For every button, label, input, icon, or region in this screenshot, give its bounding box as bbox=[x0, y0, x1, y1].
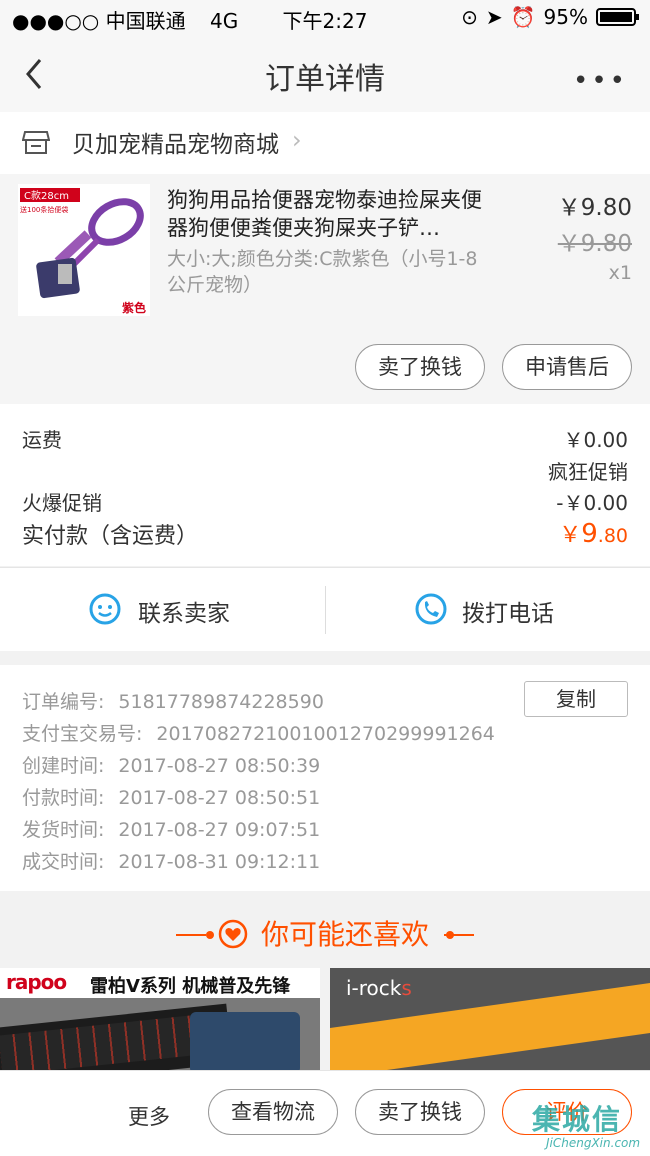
contact-bar: 联系卖家 拨打电话 bbox=[0, 567, 650, 651]
chat-smile-icon bbox=[89, 593, 121, 625]
shop-name: 贝加宠精品宠物商城 bbox=[72, 132, 279, 158]
product-card[interactable]: C款28cm 送100条拾便袋 紫色 狗狗用品拾便器宠物泰迪捡屎夹便器狗便便粪便… bbox=[0, 174, 650, 404]
thumb-badge-text: C款28cm bbox=[24, 189, 69, 202]
more-menu-icon[interactable]: ••• bbox=[573, 66, 628, 96]
info-value: 2017082721001001270299991264 bbox=[156, 723, 495, 745]
watermark-text: 集城信 bbox=[532, 1103, 623, 1136]
alipay-number-row: 支付宝交易号: 2017082721001001270299991264 bbox=[22, 719, 495, 746]
thumb-color-label: 紫色 bbox=[122, 300, 146, 315]
status-icons: ⊙ ➤ ⏰ 95% bbox=[461, 5, 639, 29]
shop-row[interactable]: 贝加宠精品宠物商城 › bbox=[0, 112, 650, 174]
paid-label: 实付款（含运费） bbox=[22, 524, 199, 549]
battery-icon bbox=[596, 8, 639, 26]
contact-seller-label: 联系卖家 bbox=[138, 601, 230, 627]
product-title: 狗狗用品拾便器宠物泰迪捡屎夹便器狗便便粪便夹狗屎夹子铲… bbox=[167, 188, 482, 240]
info-value: 2017-08-27 08:50:51 bbox=[118, 787, 321, 809]
resell-button-bottom[interactable]: 卖了换钱 bbox=[355, 1089, 485, 1135]
shipping-value: ￥0.00 bbox=[563, 428, 628, 452]
product-thumbnail[interactable]: C款28cm 送100条拾便袋 紫色 bbox=[18, 184, 150, 316]
contact-seller-button[interactable]: 联系卖家 bbox=[0, 568, 325, 652]
paid-integer: 9 bbox=[581, 519, 598, 549]
info-label: 发货时间: bbox=[22, 819, 105, 841]
paid-symbol: ￥ bbox=[559, 523, 582, 548]
bag-image bbox=[190, 1012, 300, 1070]
price-summary: 运费 ￥0.00 疯狂促销 火爆促销 -￥0.00 实付款（含运费） ￥9.80 bbox=[0, 404, 650, 566]
recommend-card-irocks[interactable]: i-rocks bbox=[330, 968, 650, 1070]
copy-button[interactable]: 复制 bbox=[524, 681, 628, 717]
shipping-label: 运费 bbox=[22, 428, 62, 452]
decor-line bbox=[444, 934, 474, 936]
paid-time-row: 付款时间: 2017-08-27 08:50:51 bbox=[22, 783, 320, 810]
product-sku: 大小:大;颜色分类:C款紫色（小号1-8公斤宠物） bbox=[167, 248, 478, 296]
info-value: 2017-08-31 09:12:11 bbox=[118, 851, 321, 873]
watermark: 集城信 JiChengXin.com bbox=[532, 1098, 642, 1154]
call-phone-label: 拨打电话 bbox=[462, 601, 554, 627]
info-value: 2017-08-27 09:07:51 bbox=[118, 819, 321, 841]
logo-accent: s bbox=[401, 976, 412, 1000]
recommend-title: 你可能还喜欢 bbox=[260, 918, 429, 951]
info-label: 订单编号: bbox=[22, 691, 105, 713]
status-bar: ●●●○○ 中国联通 4G 下午2:27 ⊙ ➤ ⏰ 95% bbox=[0, 0, 650, 36]
battery-percent: 95% bbox=[543, 5, 588, 29]
info-value: 51817789874228590 bbox=[118, 691, 324, 713]
order-info: 复制 订单编号: 51817789874228590 支付宝交易号: 2017082… bbox=[0, 665, 650, 891]
view-logistics-button[interactable]: 查看物流 bbox=[208, 1089, 338, 1135]
promo-label: 火爆促销 bbox=[22, 491, 102, 515]
promo-value: -￥0.00 bbox=[556, 491, 628, 515]
more-actions-button[interactable]: 更多 bbox=[128, 1101, 170, 1131]
chevron-right-icon: › bbox=[292, 126, 302, 154]
product-quantity: x1 bbox=[608, 262, 632, 284]
info-value: 2017-08-27 08:50:39 bbox=[118, 755, 321, 777]
product-original-price: ￥9.80 bbox=[557, 231, 632, 257]
resell-button[interactable]: 卖了换钱 bbox=[355, 344, 485, 390]
logo-main: i-rock bbox=[346, 976, 402, 1000]
info-label: 付款时间: bbox=[22, 787, 105, 809]
card-slogan: 雷柏V系列 机械普及先锋 bbox=[90, 976, 291, 997]
thumb-caption-text: 送100条拾便袋 bbox=[20, 205, 68, 214]
created-time-row: 创建时间: 2017-08-27 08:50:39 bbox=[22, 751, 320, 778]
alarm-icon: ⏰ bbox=[510, 5, 536, 29]
after-sale-button[interactable]: 申请售后 bbox=[502, 344, 632, 390]
page-title: 订单详情 bbox=[265, 62, 385, 97]
info-label: 成交时间: bbox=[22, 851, 105, 873]
info-label: 支付宝交易号: bbox=[22, 723, 143, 745]
store-icon bbox=[22, 131, 50, 154]
order-detail-screen: ●●●○○ 中国联通 4G 下午2:27 ⊙ ➤ ⏰ 95% 订单详情 ••• … bbox=[0, 0, 650, 1156]
paid-amount: ￥9.80 bbox=[559, 517, 628, 549]
poop-scooper-image: C款28cm 送100条拾便袋 紫色 bbox=[20, 188, 146, 315]
product-price: ￥9.80 bbox=[557, 195, 632, 221]
deal-time-row: 成交时间: 2017-08-31 09:12:11 bbox=[22, 847, 320, 874]
order-number-row: 订单编号: 51817789874228590 bbox=[22, 687, 324, 714]
rotation-lock-icon: ⊙ bbox=[461, 5, 478, 29]
paid-decimal: .80 bbox=[597, 525, 628, 547]
recommend-header: 你可能还喜欢 bbox=[0, 891, 650, 969]
irocks-logo: i-rocks bbox=[346, 976, 412, 1000]
rapoo-logo: rapoo bbox=[6, 970, 67, 994]
phone-icon bbox=[415, 593, 447, 625]
promo-name: 疯狂促销 bbox=[548, 460, 628, 484]
watermark-url: JiChengXin.com bbox=[546, 1136, 641, 1150]
nav-bar: 订单详情 ••• bbox=[0, 36, 650, 112]
recommend-card-rapoo[interactable]: rapoo 雷柏V系列 机械普及先锋 bbox=[0, 968, 320, 1070]
location-icon: ➤ bbox=[485, 5, 503, 29]
info-label: 创建时间: bbox=[22, 755, 105, 777]
shipped-time-row: 发货时间: 2017-08-27 09:07:51 bbox=[22, 815, 320, 842]
call-phone-button[interactable]: 拨打电话 bbox=[326, 568, 650, 652]
